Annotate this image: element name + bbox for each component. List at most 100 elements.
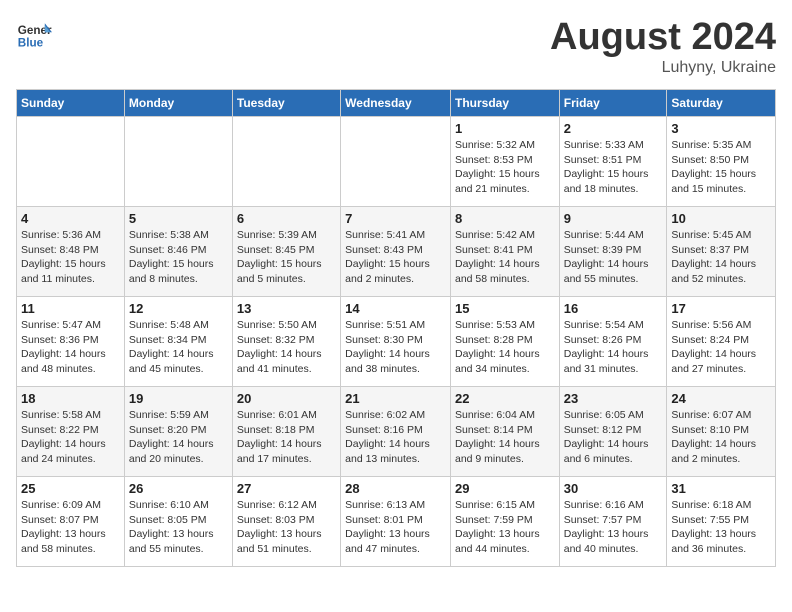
weekday-wednesday: Wednesday: [341, 90, 451, 117]
calendar-cell: 31 Sunrise: 6:18 AM Sunset: 7:55 PM Dayli…: [667, 477, 776, 567]
day-number: 18: [21, 391, 120, 406]
day-info: Sunrise: 6:01 AM Sunset: 8:18 PM Dayligh…: [237, 408, 336, 467]
logo: General Blue: [16, 16, 52, 52]
day-info: Sunrise: 5:39 AM Sunset: 8:45 PM Dayligh…: [237, 228, 336, 287]
calendar-cell: 9 Sunrise: 5:44 AM Sunset: 8:39 PM Daylig…: [559, 207, 667, 297]
day-number: 6: [237, 211, 336, 226]
calendar-cell: 10Sunrise: 5:45 AM Sunset: 8:37 PM Dayli…: [667, 207, 776, 297]
calendar-cell: 24Sunrise: 6:07 AM Sunset: 8:10 PM Dayli…: [667, 387, 776, 477]
day-info: Sunrise: 5:50 AM Sunset: 8:32 PM Dayligh…: [237, 318, 336, 377]
day-info: Sunrise: 5:47 AM Sunset: 8:36 PM Dayligh…: [21, 318, 120, 377]
day-number: 5: [129, 211, 228, 226]
day-info: Sunrise: 5:36 AM Sunset: 8:48 PM Dayligh…: [21, 228, 120, 287]
day-info: Sunrise: 5:53 AM Sunset: 8:28 PM Dayligh…: [455, 318, 555, 377]
day-info: Sunrise: 6:07 AM Sunset: 8:10 PM Dayligh…: [671, 408, 771, 467]
day-info: Sunrise: 5:56 AM Sunset: 8:24 PM Dayligh…: [671, 318, 771, 377]
calendar-location: Luhyny, Ukraine: [550, 59, 776, 77]
day-number: 22: [455, 391, 555, 406]
calendar-cell: [232, 117, 340, 207]
calendar-cell: 4 Sunrise: 5:36 AM Sunset: 8:48 PM Daylig…: [17, 207, 125, 297]
calendar-cell: 26Sunrise: 6:10 AM Sunset: 8:05 PM Dayli…: [124, 477, 232, 567]
day-info: Sunrise: 5:41 AM Sunset: 8:43 PM Dayligh…: [345, 228, 446, 287]
calendar-cell: [124, 117, 232, 207]
day-info: Sunrise: 5:51 AM Sunset: 8:30 PM Dayligh…: [345, 318, 446, 377]
calendar-cell: 23 Sunrise: 6:05 AM Sunset: 8:12 PM Dayli…: [559, 387, 667, 477]
calendar-cell: 21Sunrise: 6:02 AM Sunset: 8:16 PM Dayli…: [341, 387, 451, 477]
day-info: Sunrise: 5:54 AM Sunset: 8:26 PM Dayligh…: [564, 318, 663, 377]
day-number: 12: [129, 301, 228, 316]
logo-icon: General Blue: [16, 16, 52, 52]
day-info: Sunrise: 5:45 AM Sunset: 8:37 PM Dayligh…: [671, 228, 771, 287]
day-number: 3: [671, 121, 771, 136]
day-number: 13: [237, 301, 336, 316]
weekday-friday: Friday: [559, 90, 667, 117]
day-number: 17: [671, 301, 771, 316]
day-info: Sunrise: 5:58 AM Sunset: 8:22 PM Dayligh…: [21, 408, 120, 467]
day-info: Sunrise: 5:48 AM Sunset: 8:34 PM Dayligh…: [129, 318, 228, 377]
day-info: Sunrise: 5:42 AM Sunset: 8:41 PM Dayligh…: [455, 228, 555, 287]
day-info: Sunrise: 5:35 AM Sunset: 8:50 PM Dayligh…: [671, 138, 771, 197]
calendar-cell: 19Sunrise: 5:59 AM Sunset: 8:20 PM Dayli…: [124, 387, 232, 477]
title-block: August 2024 Luhyny, Ukraine: [550, 16, 776, 77]
day-info: Sunrise: 5:33 AM Sunset: 8:51 PM Dayligh…: [564, 138, 663, 197]
calendar-cell: 20Sunrise: 6:01 AM Sunset: 8:18 PM Dayli…: [232, 387, 340, 477]
day-number: 27: [237, 481, 336, 496]
calendar-cell: 28 Sunrise: 6:13 AM Sunset: 8:01 PM Dayli…: [341, 477, 451, 567]
day-number: 28: [345, 481, 446, 496]
week-row-1: 1Sunrise: 5:32 AM Sunset: 8:53 PM Daylig…: [17, 117, 776, 207]
day-number: 11: [21, 301, 120, 316]
day-info: Sunrise: 6:12 AM Sunset: 8:03 PM Dayligh…: [237, 498, 336, 557]
day-info: Sunrise: 5:38 AM Sunset: 8:46 PM Dayligh…: [129, 228, 228, 287]
weekday-header-row: SundayMondayTuesdayWednesdayThursdayFrid…: [17, 90, 776, 117]
day-number: 1: [455, 121, 555, 136]
weekday-thursday: Thursday: [450, 90, 559, 117]
day-number: 4: [21, 211, 120, 226]
week-row-5: 25Sunrise: 6:09 AM Sunset: 8:07 PM Dayli…: [17, 477, 776, 567]
weekday-sunday: Sunday: [17, 90, 125, 117]
day-info: Sunrise: 6:10 AM Sunset: 8:05 PM Dayligh…: [129, 498, 228, 557]
day-number: 16: [564, 301, 663, 316]
calendar-cell: 5 Sunrise: 5:38 AM Sunset: 8:46 PM Daylig…: [124, 207, 232, 297]
calendar-cell: 11 Sunrise: 5:47 AM Sunset: 8:36 PM Dayli…: [17, 297, 125, 387]
calendar-cell: 8Sunrise: 5:42 AM Sunset: 8:41 PM Daylig…: [450, 207, 559, 297]
calendar-cell: 27 Sunrise: 6:12 AM Sunset: 8:03 PM Dayli…: [232, 477, 340, 567]
day-info: Sunrise: 6:05 AM Sunset: 8:12 PM Dayligh…: [564, 408, 663, 467]
day-info: Sunrise: 6:18 AM Sunset: 7:55 PM Dayligh…: [671, 498, 771, 557]
day-number: 9: [564, 211, 663, 226]
calendar-title: August 2024: [550, 16, 776, 59]
day-number: 15: [455, 301, 555, 316]
day-info: Sunrise: 6:16 AM Sunset: 7:57 PM Dayligh…: [564, 498, 663, 557]
day-number: 23: [564, 391, 663, 406]
calendar-cell: 30Sunrise: 6:16 AM Sunset: 7:57 PM Dayli…: [559, 477, 667, 567]
day-info: Sunrise: 5:44 AM Sunset: 8:39 PM Dayligh…: [564, 228, 663, 287]
day-number: 7: [345, 211, 446, 226]
page-header: General Blue August 2024 Luhyny, Ukraine: [16, 16, 776, 77]
calendar-cell: 12 Sunrise: 5:48 AM Sunset: 8:34 PM Dayli…: [124, 297, 232, 387]
day-number: 29: [455, 481, 555, 496]
calendar-cell: 25Sunrise: 6:09 AM Sunset: 8:07 PM Dayli…: [17, 477, 125, 567]
day-number: 19: [129, 391, 228, 406]
svg-text:Blue: Blue: [18, 37, 44, 50]
weekday-monday: Monday: [124, 90, 232, 117]
day-info: Sunrise: 6:15 AM Sunset: 7:59 PM Dayligh…: [455, 498, 555, 557]
calendar-cell: 7 Sunrise: 5:41 AM Sunset: 8:43 PM Daylig…: [341, 207, 451, 297]
day-number: 31: [671, 481, 771, 496]
weekday-tuesday: Tuesday: [232, 90, 340, 117]
calendar-cell: 22Sunrise: 6:04 AM Sunset: 8:14 PM Dayli…: [450, 387, 559, 477]
day-number: 2: [564, 121, 663, 136]
calendar-cell: 29 Sunrise: 6:15 AM Sunset: 7:59 PM Dayli…: [450, 477, 559, 567]
calendar-cell: 17 Sunrise: 5:56 AM Sunset: 8:24 PM Dayli…: [667, 297, 776, 387]
weekday-saturday: Saturday: [667, 90, 776, 117]
calendar-cell: [17, 117, 125, 207]
calendar-table: SundayMondayTuesdayWednesdayThursdayFrid…: [16, 89, 776, 567]
day-info: Sunrise: 6:09 AM Sunset: 8:07 PM Dayligh…: [21, 498, 120, 557]
calendar-cell: 3 Sunrise: 5:35 AM Sunset: 8:50 PM Daylig…: [667, 117, 776, 207]
day-number: 21: [345, 391, 446, 406]
calendar-cell: 6 Sunrise: 5:39 AM Sunset: 8:45 PM Daylig…: [232, 207, 340, 297]
day-info: Sunrise: 6:13 AM Sunset: 8:01 PM Dayligh…: [345, 498, 446, 557]
week-row-2: 4 Sunrise: 5:36 AM Sunset: 8:48 PM Daylig…: [17, 207, 776, 297]
calendar-cell: 15 Sunrise: 5:53 AM Sunset: 8:28 PM Dayli…: [450, 297, 559, 387]
calendar-cell: 16 Sunrise: 5:54 AM Sunset: 8:26 PM Dayli…: [559, 297, 667, 387]
day-number: 14: [345, 301, 446, 316]
calendar-cell: [341, 117, 451, 207]
